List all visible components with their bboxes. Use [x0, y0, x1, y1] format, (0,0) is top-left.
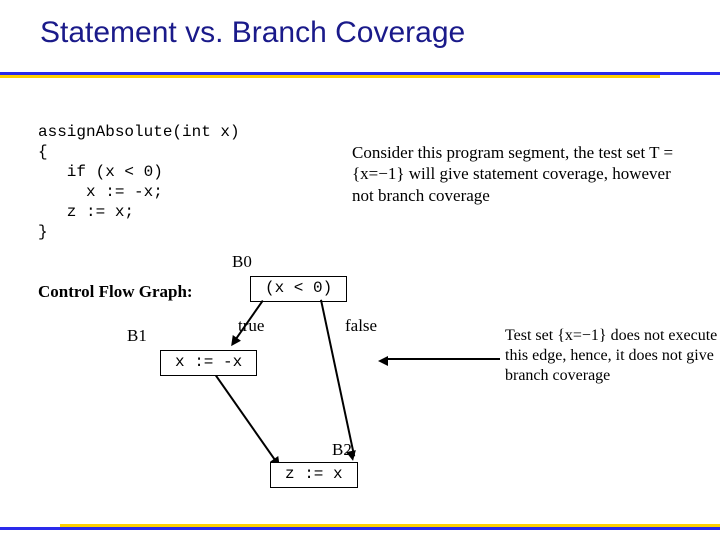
footer-divider [0, 524, 720, 530]
annotation-arrow-line [388, 358, 500, 360]
node-b2-box: z := x [270, 462, 358, 488]
footer-blue [0, 527, 720, 530]
edge-b1-b2-arrowhead [270, 456, 284, 470]
edge-true-arrowhead [227, 335, 241, 349]
edge-true-label: true [238, 316, 264, 336]
code-block: assignAbsolute(int x) { if (x < 0) x := … [38, 122, 240, 242]
title-underline [0, 72, 720, 78]
node-b1-label: B1 [127, 326, 147, 346]
node-b0-label: B0 [232, 252, 252, 272]
slide: Statement vs. Branch Coverage assignAbso… [0, 0, 720, 540]
node-b2-label: B2 [332, 440, 352, 460]
node-b1-box: x := -x [160, 350, 257, 376]
description-text: Consider this program segment, the test … [352, 142, 682, 206]
node-b0-box: (x < 0) [250, 276, 347, 302]
underline-yellow [0, 75, 660, 78]
edge-false-label: false [345, 316, 377, 336]
control-flow-graph: B0 (x < 0) true false B1 x := -x B2 z :=… [0, 0, 720, 540]
annotation-text: Test set {x=−1} does not execute this ed… [505, 326, 720, 386]
edge-b1-b2-line [215, 375, 280, 466]
edge-true-line [234, 300, 263, 340]
annotation-arrow-head [378, 356, 388, 366]
cfg-label: Control Flow Graph: [38, 282, 193, 302]
edge-false-line [320, 300, 355, 457]
edge-false-arrowhead [346, 450, 358, 462]
slide-title: Statement vs. Branch Coverage [40, 16, 465, 50]
